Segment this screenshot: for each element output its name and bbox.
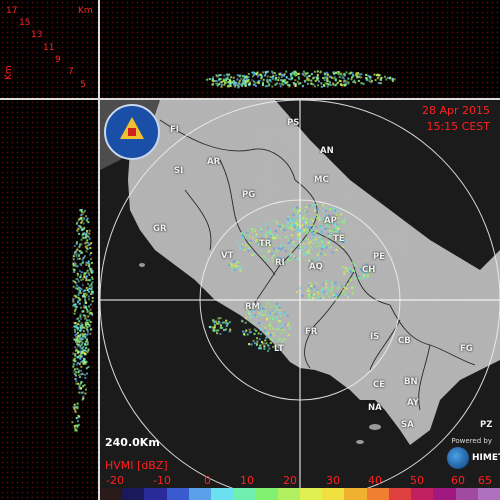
colorbar-swatch	[233, 488, 256, 500]
height-tick: 9	[55, 55, 61, 65]
city-label: CB	[398, 336, 411, 346]
city-label: RM	[245, 302, 261, 312]
top-cross-section	[100, 0, 500, 98]
powered-by-text: Powered by	[451, 437, 492, 445]
height-axis-panel: 17 Km 15 13 11 9 7 5 Km	[0, 0, 98, 98]
colorbar-tick: 60	[451, 474, 465, 487]
map-time: 15:15 CEST	[426, 120, 490, 133]
colorbar-swatch	[100, 488, 123, 500]
colorbar-swatch	[277, 488, 300, 500]
city-label: CE	[373, 380, 386, 390]
reflectivity-colorbar	[100, 488, 500, 500]
city-label: FG	[460, 344, 473, 354]
colorbar-swatch	[455, 488, 478, 500]
city-label: GR	[153, 224, 167, 234]
city-label: PS	[287, 118, 300, 128]
city-label: FR	[305, 327, 318, 337]
map-canvas	[100, 100, 500, 500]
colorbar-tick: -20	[106, 474, 124, 487]
colorbar-swatch	[411, 488, 434, 500]
height-tick: 13	[31, 30, 43, 40]
range-label: 240.0Km	[105, 436, 160, 449]
height-tick: 11	[43, 43, 55, 53]
height-tick: 17	[6, 6, 18, 16]
city-label: PZ	[480, 420, 493, 430]
city-label: MC	[314, 175, 329, 185]
colorbar-tick: 0	[204, 474, 211, 487]
colorbar-swatch	[166, 488, 189, 500]
city-label: TE	[333, 234, 345, 244]
colorbar-swatch	[322, 488, 345, 500]
colorbar-swatch	[433, 488, 456, 500]
colorbar-swatch	[255, 488, 278, 500]
city-label: LT	[274, 344, 284, 354]
left-cross-section	[0, 100, 98, 500]
height-unit: Km	[78, 6, 93, 16]
city-label: AQ	[309, 262, 323, 272]
colorbar-swatch	[122, 488, 145, 500]
colorbar-tick: 50	[410, 474, 424, 487]
colorbar-swatch	[477, 488, 500, 500]
product-label: HVMI [dBZ]	[105, 459, 168, 472]
colorbar-tick: 40	[368, 474, 382, 487]
city-label: AN	[320, 146, 334, 156]
civil-protection-logo	[104, 104, 160, 160]
city-label: SA	[401, 420, 414, 430]
city-label: IS	[370, 332, 380, 342]
colorbar-tick: -10	[153, 474, 171, 487]
colorbar-swatch	[144, 488, 167, 500]
colorbar-tick: 30	[326, 474, 340, 487]
city-label: TR	[259, 239, 272, 249]
top-echo-plot	[206, 70, 396, 89]
city-label: RI	[275, 258, 285, 268]
city-label: CH	[362, 265, 376, 275]
city-label: AR	[207, 157, 221, 167]
city-label: FI	[170, 125, 179, 135]
colorbar-tick: 65	[478, 474, 492, 487]
city-label: BN	[404, 377, 418, 387]
colorbar-tick: 10	[240, 474, 254, 487]
radar-map: 28 Apr 2015 15:15 CEST PS FI AN AR SI MC…	[100, 100, 500, 500]
colorbar-swatch	[366, 488, 389, 500]
height-tick: 5	[80, 80, 86, 90]
colorbar-tick: 20	[283, 474, 297, 487]
city-label: AY	[407, 398, 419, 408]
city-label: AP	[324, 216, 337, 226]
city-label: PG	[242, 190, 256, 200]
height-unit-vertical: Km	[4, 65, 14, 80]
colorbar-swatch	[188, 488, 212, 500]
colorbar-swatch	[388, 488, 412, 500]
city-label: PE	[373, 252, 386, 262]
colorbar-swatch	[344, 488, 367, 500]
city-label: NA	[368, 403, 382, 413]
map-date: 28 Apr 2015	[421, 104, 490, 117]
himet-logo-icon	[447, 447, 469, 469]
colorbar-swatch	[211, 488, 234, 500]
himet-brand: HIMET	[472, 453, 500, 463]
city-label: SI	[174, 166, 184, 176]
colorbar-swatch	[299, 488, 323, 500]
left-echo-plot	[71, 209, 94, 432]
height-tick: 7	[68, 67, 74, 77]
city-label: VT	[221, 251, 234, 261]
height-tick: 15	[19, 18, 31, 28]
